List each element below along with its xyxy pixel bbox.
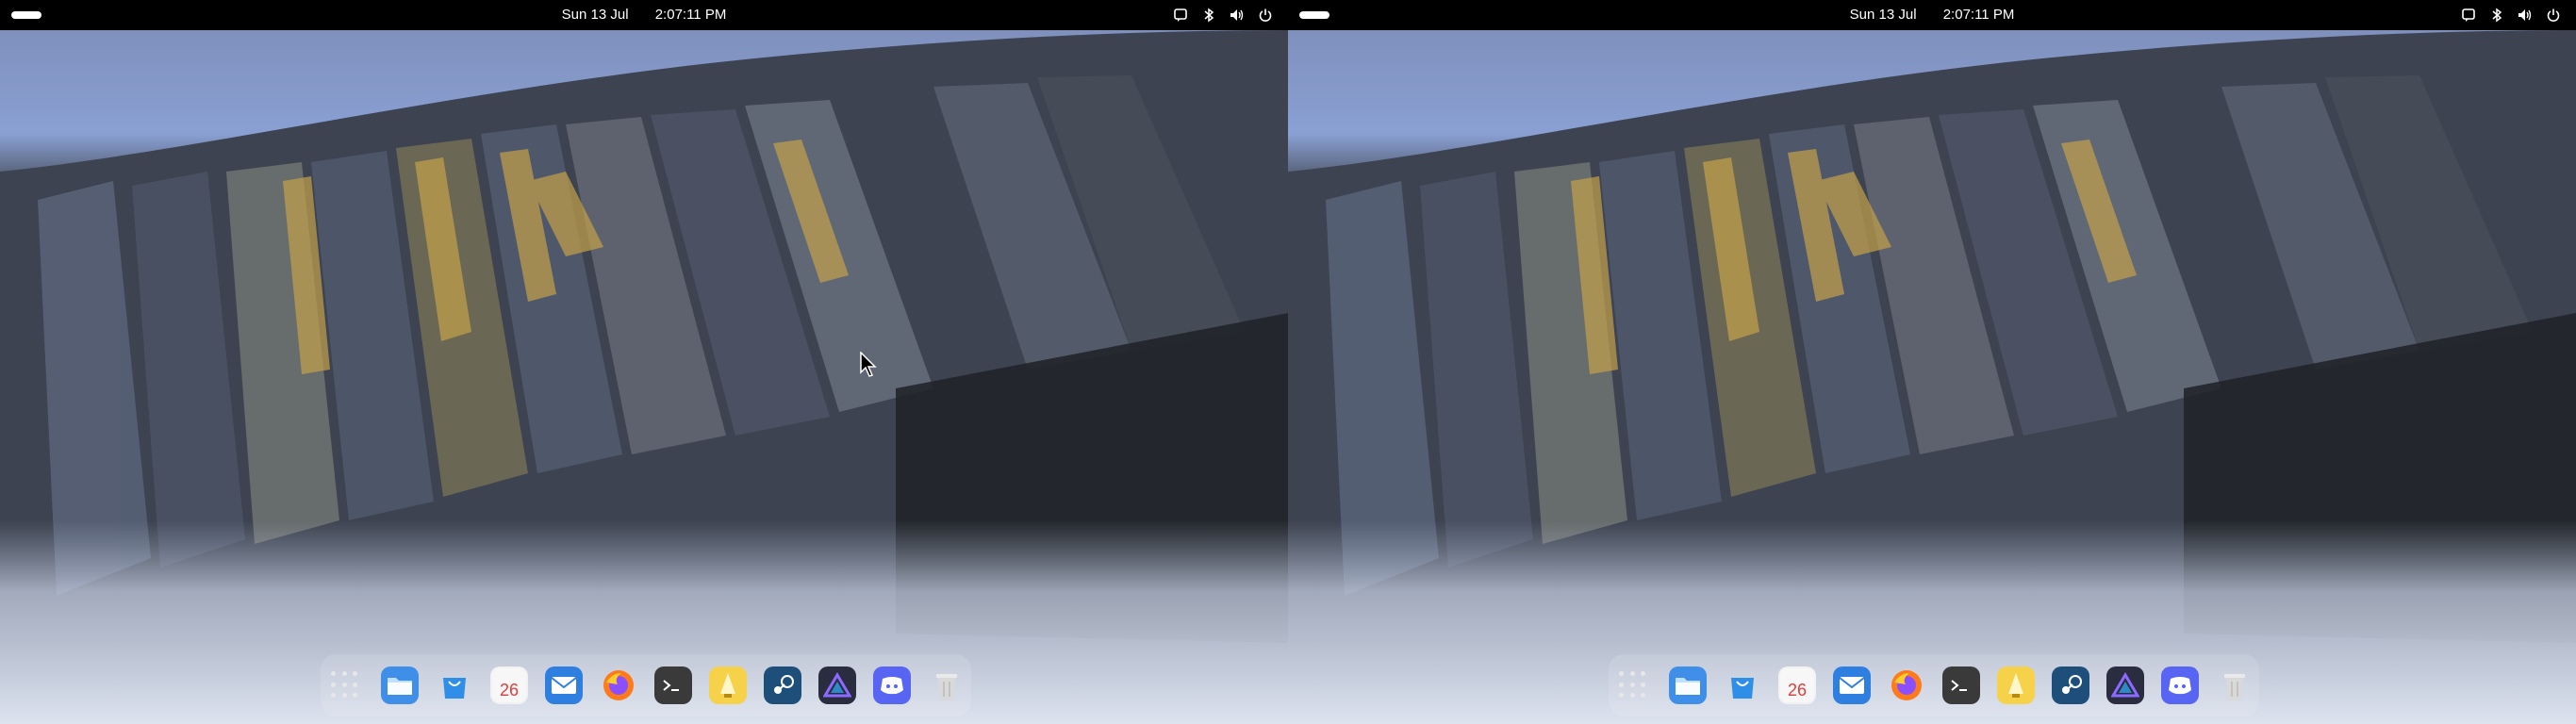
- clock-date: Sun 13 Jul: [561, 7, 629, 23]
- clock[interactable]: Sun 13 Jul 2:07:11 PM: [0, 7, 1288, 23]
- power-icon[interactable]: [2544, 6, 2563, 25]
- trash-icon[interactable]: [928, 666, 966, 704]
- volume-icon[interactable]: [1228, 6, 1247, 25]
- power-icon[interactable]: [1256, 6, 1275, 25]
- discord-icon[interactable]: [2161, 666, 2199, 704]
- affinity-icon[interactable]: [2106, 666, 2144, 704]
- dock: 26: [1609, 654, 2259, 716]
- calendar-icon[interactable]: 26: [490, 666, 528, 704]
- screen-right: Sun 13 Jul 2:07:11 PM 26: [1288, 0, 2576, 724]
- system-tray[interactable]: [2459, 6, 2563, 25]
- clock-time: 2:07:11 PM: [654, 7, 727, 23]
- desktop-wallpaper: [1288, 30, 2576, 724]
- basalt-columns-image: [1288, 30, 2576, 724]
- shopping-bag-icon[interactable]: [1724, 666, 1761, 704]
- calendar-day: 26: [500, 681, 519, 699]
- notes-icon[interactable]: [1997, 666, 2035, 704]
- folder-icon[interactable]: [381, 666, 419, 704]
- steam-icon[interactable]: [2052, 666, 2089, 704]
- system-tray[interactable]: [1171, 6, 1275, 25]
- discord-icon[interactable]: [873, 666, 911, 704]
- app-grid-icon[interactable]: [1614, 666, 1652, 704]
- screen-left: Sun 13 Jul 2:07:11 PM 26: [0, 0, 1288, 724]
- terminal-icon[interactable]: [654, 666, 692, 704]
- top-bar: Sun 13 Jul 2:07:11 PM: [0, 0, 1288, 30]
- clock[interactable]: Sun 13 Jul 2:07:11 PM: [1288, 7, 2576, 23]
- app-grid-icon[interactable]: [326, 666, 364, 704]
- dock: 26: [321, 654, 971, 716]
- calendar-day: 26: [1788, 681, 1807, 699]
- mail-icon[interactable]: [545, 666, 583, 704]
- affinity-icon[interactable]: [818, 666, 856, 704]
- trash-icon[interactable]: [2216, 666, 2254, 704]
- notes-icon[interactable]: [709, 666, 747, 704]
- steam-icon[interactable]: [764, 666, 801, 704]
- chat-icon[interactable]: [2459, 6, 2478, 25]
- clock-date: Sun 13 Jul: [1849, 7, 1917, 23]
- shopping-bag-icon[interactable]: [436, 666, 473, 704]
- folder-icon[interactable]: [1669, 666, 1707, 704]
- calendar-icon[interactable]: 26: [1778, 666, 1816, 704]
- clock-time: 2:07:11 PM: [1942, 7, 2015, 23]
- desktop-wallpaper: [0, 30, 1288, 724]
- terminal-icon[interactable]: [1942, 666, 1980, 704]
- bluetooth-icon[interactable]: [2487, 6, 2506, 25]
- chat-icon[interactable]: [1171, 6, 1190, 25]
- firefox-icon[interactable]: [600, 666, 637, 704]
- mail-icon[interactable]: [1833, 666, 1871, 704]
- top-bar: Sun 13 Jul 2:07:11 PM: [1288, 0, 2576, 30]
- firefox-icon[interactable]: [1888, 666, 1925, 704]
- basalt-columns-image: [0, 30, 1288, 724]
- volume-icon[interactable]: [2516, 6, 2535, 25]
- bluetooth-icon[interactable]: [1199, 6, 1218, 25]
